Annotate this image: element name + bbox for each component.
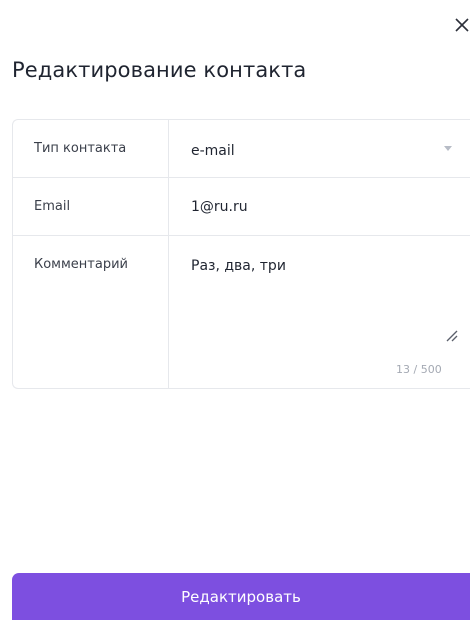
dialog-title: Редактирование контакта: [12, 58, 307, 82]
contact-type-value: e-mail: [191, 143, 235, 159]
edit-contact-dialog: Редактирование контакта Тип контакта e-m…: [0, 0, 470, 620]
email-field[interactable]: 1@ru.ru: [170, 178, 470, 235]
label-cell: Email: [13, 178, 169, 235]
email-row: Email 1@ru.ru: [13, 178, 470, 236]
contact-form: Тип контакта e-mail Email 1@ru.ru Коммен…: [12, 119, 470, 389]
email-value: 1@ru.ru: [191, 199, 248, 215]
resize-handle-icon[interactable]: [444, 328, 458, 342]
label-cell: Комментарий: [13, 236, 169, 389]
comment-label: Комментарий: [34, 257, 128, 272]
character-counter: 13 / 500: [396, 363, 442, 376]
chevron-down-icon: [444, 146, 452, 151]
comment-textarea[interactable]: Раз, два, три 13 / 500: [170, 236, 470, 389]
submit-button-label: Редактировать: [181, 588, 301, 606]
label-cell: Тип контакта: [13, 120, 169, 177]
close-icon: [455, 18, 469, 32]
comment-row: Комментарий Раз, два, три 13 / 500: [13, 236, 470, 389]
contact-type-label: Тип контакта: [34, 141, 127, 156]
comment-value: Раз, два, три: [191, 258, 286, 274]
contact-type-row: Тип контакта e-mail: [13, 120, 470, 178]
edit-submit-button[interactable]: Редактировать: [12, 573, 470, 620]
contact-type-select[interactable]: e-mail: [170, 120, 470, 177]
email-label: Email: [34, 199, 71, 214]
close-button[interactable]: [454, 14, 470, 36]
